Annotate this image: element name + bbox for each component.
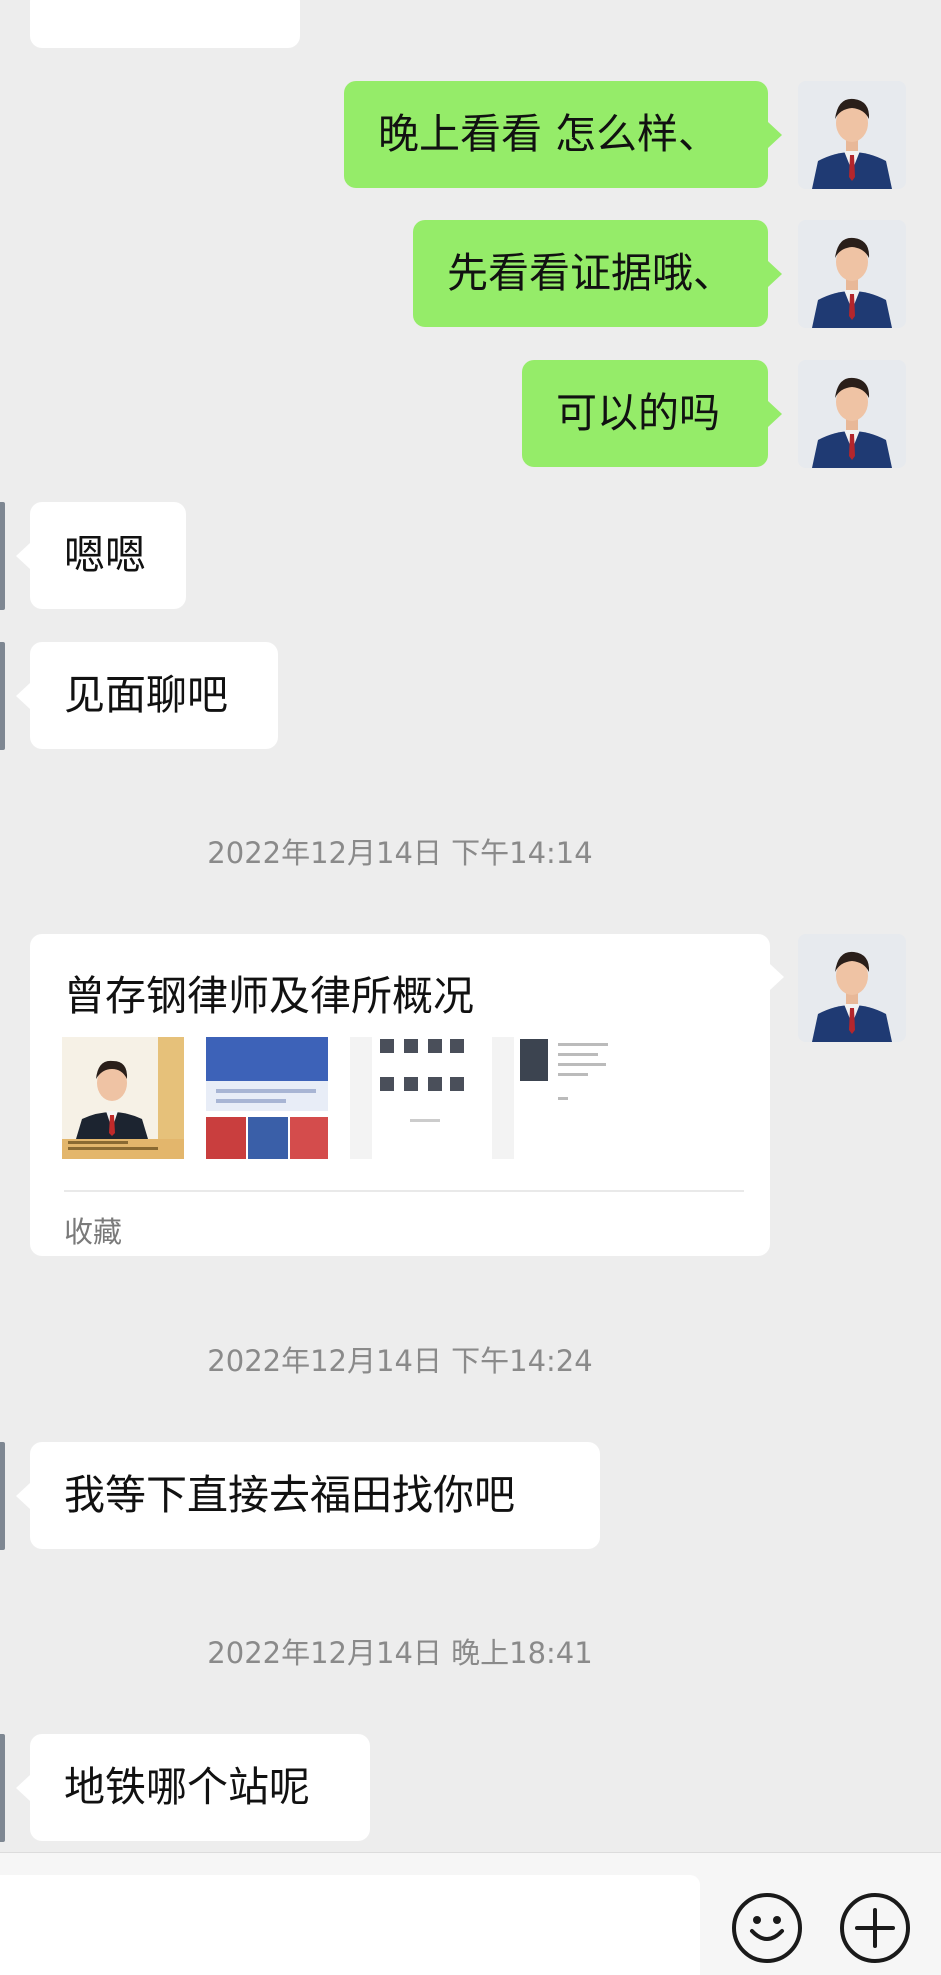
message-bubble-incoming[interactable]: 嗯嗯 — [16, 502, 186, 609]
message-text: 我等下直接去福田找你吧 — [64, 1471, 515, 1519]
message-bubble-outgoing[interactable]: 先看看证据哦、 — [413, 220, 782, 327]
smiley-face-icon[interactable] — [732, 1893, 802, 1963]
message-text: 嗯嗯 — [64, 531, 146, 579]
previous-message-bubble[interactable] — [30, 0, 300, 48]
avatar[interactable] — [798, 220, 906, 328]
message-timestamp: 2022年12月14日 晚上18:41 — [207, 1636, 593, 1670]
message-bubble-outgoing[interactable]: 可以的吗 — [522, 360, 782, 467]
contact-avatar-edge[interactable] — [0, 642, 5, 750]
message-timestamp: 2022年12月14日 下午14:24 — [207, 1344, 593, 1378]
avatar-man-in-suit — [798, 220, 906, 328]
contact-avatar-edge[interactable] — [0, 502, 5, 610]
message-timestamp: 2022年12月14日 下午14:14 — [207, 836, 593, 870]
card-title: 曾存钢律师及律所概况 — [64, 972, 474, 1020]
card-thumbnail-profile — [492, 1037, 614, 1159]
avatar-man-in-suit — [798, 81, 906, 189]
card-thumbnail-portrait — [62, 1037, 184, 1159]
avatar[interactable] — [798, 360, 906, 468]
card-divider — [64, 1190, 744, 1192]
contact-avatar-edge[interactable] — [0, 1734, 5, 1842]
message-text: 可以的吗 — [556, 389, 720, 437]
message-bubble-outgoing[interactable]: 晚上看看 怎么样、 — [344, 81, 782, 188]
avatar[interactable] — [798, 81, 906, 189]
card-source-label: 收藏 — [64, 1215, 123, 1249]
card-thumbnail-team — [350, 1037, 472, 1159]
message-bubble-incoming[interactable]: 地铁哪个站呢 — [16, 1734, 370, 1841]
favorite-card[interactable]: 曾存钢律师及律所概况 收藏 — [30, 934, 784, 1256]
message-bubble-incoming[interactable]: 我等下直接去福田找你吧 — [16, 1442, 600, 1549]
chat-input-bar — [0, 1852, 941, 1975]
message-text: 先看看证据哦、 — [447, 249, 734, 297]
plus-circle-icon[interactable] — [840, 1893, 910, 1963]
contact-avatar-edge[interactable] — [0, 1442, 5, 1550]
message-text: 见面聊吧 — [64, 671, 228, 719]
message-bubble-incoming[interactable]: 见面聊吧 — [16, 642, 278, 749]
avatar-man-in-suit — [798, 934, 906, 1042]
avatar[interactable] — [798, 934, 906, 1042]
message-text: 晚上看看 怎么样、 — [378, 110, 720, 158]
message-input[interactable] — [0, 1875, 700, 1975]
avatar-man-in-suit — [798, 360, 906, 468]
card-thumbnail-website — [206, 1037, 328, 1159]
message-text: 地铁哪个站呢 — [64, 1763, 310, 1811]
